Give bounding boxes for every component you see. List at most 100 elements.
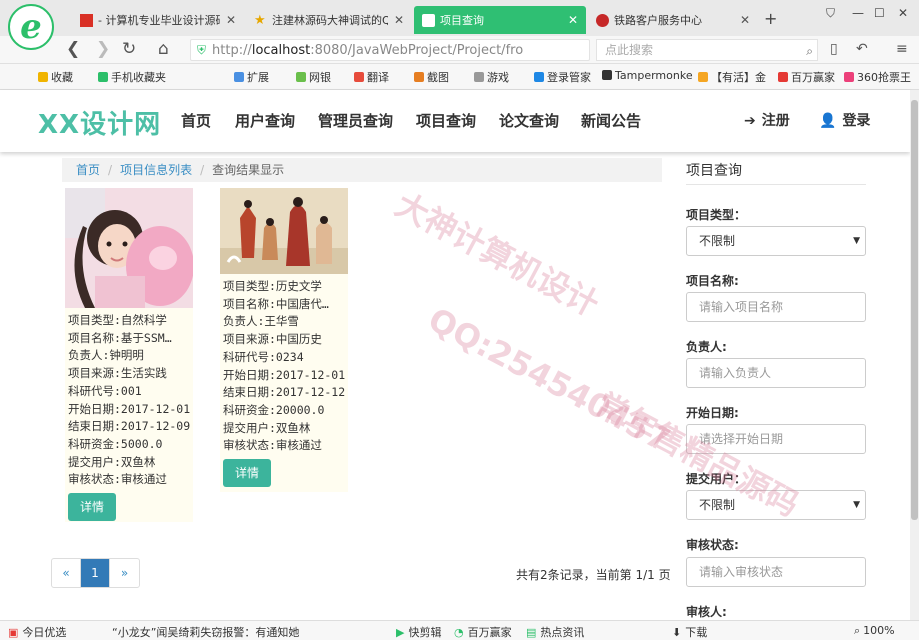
- url-field[interactable]: ⛨ http://localhost:8080/JavaWebProject/P…: [190, 39, 590, 61]
- project-source: 项目来源:生活实践: [68, 366, 167, 381]
- bookmark-item[interactable]: Tampermonke: [602, 69, 693, 82]
- login-link[interactable]: 👤 登录: [819, 110, 870, 130]
- bookmark-item[interactable]: 网银: [296, 69, 331, 85]
- submit-user-select[interactable]: 不限制 ▼: [686, 490, 866, 520]
- project-leader: 负责人:钟明明: [68, 348, 144, 363]
- news-ticker[interactable]: “小龙女”闻吴绮莉失窃报警：有通知她: [112, 624, 299, 640]
- bookmark-item[interactable]: 游戏: [474, 69, 509, 85]
- coin-icon: [698, 72, 708, 82]
- site-logo[interactable]: XX设计网: [38, 104, 161, 141]
- nav-project-query[interactable]: 项目查询: [416, 110, 476, 131]
- status-item[interactable]: ▤ 热点资讯: [526, 624, 584, 640]
- project-end-date: 结束日期:2017-12-09: [68, 419, 191, 434]
- phone-icon: [98, 72, 108, 82]
- browser-tab[interactable]: - 计算机专业毕业设计源码 ✕: [72, 6, 244, 34]
- bookmark-item[interactable]: 收藏: [38, 69, 73, 85]
- nav-paper-query[interactable]: 论文查询: [499, 110, 559, 131]
- project-type: 项目类型:历史文学: [223, 279, 322, 293]
- tab-title: 项目查询: [440, 14, 484, 27]
- daily-pick-link[interactable]: ▣ 今日优选: [8, 624, 66, 640]
- project-submit-user: 提交用户:双鱼林: [223, 420, 311, 435]
- back-icon[interactable]: ❮: [66, 39, 80, 59]
- status-input[interactable]: 请输入审核状态: [686, 557, 866, 587]
- phone-icon[interactable]: ▯: [830, 41, 838, 57]
- browser-logo-icon: e: [8, 4, 54, 50]
- page-icon: [422, 13, 435, 27]
- start-date-input[interactable]: 请选择开始日期: [686, 424, 866, 454]
- chevron-down-icon: ▼: [853, 500, 860, 510]
- detail-button[interactable]: 详情: [68, 493, 116, 522]
- breadcrumb-home[interactable]: 首页: [76, 163, 100, 177]
- close-icon[interactable]: ✕: [740, 13, 750, 27]
- browser-search-input[interactable]: 点此搜索 ⌕: [596, 39, 818, 61]
- home-icon[interactable]: ⌂: [158, 39, 169, 59]
- project-code: 科研代号:001: [68, 383, 142, 398]
- bookmark-label: 360抢票王: [857, 71, 911, 84]
- login-label: 登录: [842, 113, 871, 129]
- close-window-icon[interactable]: ✕: [898, 6, 908, 20]
- bank-icon: [296, 72, 306, 82]
- breadcrumb-list[interactable]: 项目信息列表: [120, 163, 192, 177]
- bookmark-label: Tampermonke: [615, 69, 693, 82]
- zoom-level[interactable]: ⌕ 100%: [854, 624, 895, 638]
- clock-icon: ◔: [454, 626, 464, 639]
- leader-input[interactable]: 请输入负责人: [686, 358, 866, 388]
- scrollbar-thumb[interactable]: [911, 100, 918, 520]
- project-code: 科研代号:0234: [223, 349, 304, 364]
- bookmark-item[interactable]: 登录管家: [534, 69, 591, 85]
- detail-button[interactable]: 详情: [223, 459, 271, 488]
- next-page-button[interactable]: »: [110, 559, 139, 587]
- browser-tab-active[interactable]: 项目查询 ✕: [414, 6, 586, 34]
- bookmark-item[interactable]: 手机收藏夹: [98, 69, 166, 85]
- download-icon: ⬇: [672, 626, 682, 639]
- nav-admin-query[interactable]: 管理员查询: [318, 110, 393, 131]
- project-source: 项目来源:中国历史: [223, 332, 322, 347]
- search-icon[interactable]: ⌕: [806, 41, 813, 61]
- bookmark-item[interactable]: 360抢票王: [844, 69, 911, 85]
- menu-icon[interactable]: ≡: [896, 41, 908, 57]
- project-type-select[interactable]: 不限制 ▼: [686, 226, 866, 256]
- project-name-input[interactable]: 请输入项目名称: [686, 292, 866, 322]
- bookmark-item[interactable]: 百万赢家: [778, 69, 835, 85]
- status-item[interactable]: ◔ 百万赢家: [454, 624, 512, 640]
- page-scrollbar[interactable]: [910, 90, 919, 620]
- bookmark-label: 百万赢家: [791, 71, 835, 84]
- nav-news[interactable]: 新闻公告: [581, 110, 641, 131]
- bookmark-item[interactable]: 翻译: [354, 69, 389, 85]
- browser-tab[interactable]: 铁路客户服务中心 ✕: [588, 6, 758, 34]
- project-photo: [65, 188, 193, 308]
- browser-tab[interactable]: ★ 注建林源码大神调试的QQ ✕: [246, 6, 412, 34]
- close-icon[interactable]: ✕: [568, 13, 578, 27]
- refresh-icon[interactable]: ↻: [122, 39, 136, 59]
- site-header: XX设计网 首页 用户查询 管理员查询 项目查询 论文查询 新闻公告 ➔ 注册 👤…: [0, 90, 910, 152]
- flag-icon: [80, 13, 93, 27]
- undo-icon[interactable]: ↶: [856, 41, 868, 57]
- minimize-icon[interactable]: —: [852, 6, 864, 20]
- project-name: 项目名称:基于SSM…: [68, 330, 172, 345]
- close-icon[interactable]: ✕: [394, 13, 404, 27]
- forward-icon[interactable]: ❯: [96, 39, 110, 59]
- project-type-value: 不限制: [699, 234, 736, 248]
- pagination: « 1 »: [51, 558, 140, 588]
- bookmark-item[interactable]: 【有活】金: [698, 69, 766, 85]
- page-button-current[interactable]: 1: [81, 559, 110, 587]
- status-item[interactable]: ▶ 快剪辑: [396, 624, 441, 640]
- leader-label: 负责人:: [686, 340, 727, 354]
- close-icon[interactable]: ✕: [226, 13, 236, 27]
- bookmark-item[interactable]: 扩展: [234, 69, 269, 85]
- skin-icon[interactable]: ⛉: [826, 6, 835, 21]
- news-icon: ▤: [526, 626, 537, 639]
- prev-page-button[interactable]: «: [52, 559, 81, 587]
- nav-user-query[interactable]: 用户查询: [235, 110, 295, 131]
- new-tab-icon[interactable]: +: [764, 9, 777, 28]
- project-card: 项目类型:历史文学 项目名称:中国唐代… 负责人:王华雪 项目来源:中国历史 科…: [220, 188, 348, 492]
- bookmark-item[interactable]: 截图: [414, 69, 449, 85]
- browser-status-bar: ▣ 今日优选 “小龙女”闻吴绮莉失窃报警：有通知她 ▶ 快剪辑 ◔ 百万赢家 ▤ 热点资…: [0, 620, 919, 640]
- railway-icon: [596, 13, 609, 27]
- user-icon: 👤: [819, 113, 837, 129]
- register-link[interactable]: ➔ 注册: [744, 110, 790, 130]
- project-start-date: 开始日期:2017-12-01: [68, 401, 191, 416]
- maximize-icon[interactable]: ☐: [874, 6, 885, 20]
- nav-home[interactable]: 首页: [181, 110, 211, 131]
- status-item[interactable]: ⬇ 下载: [672, 624, 707, 640]
